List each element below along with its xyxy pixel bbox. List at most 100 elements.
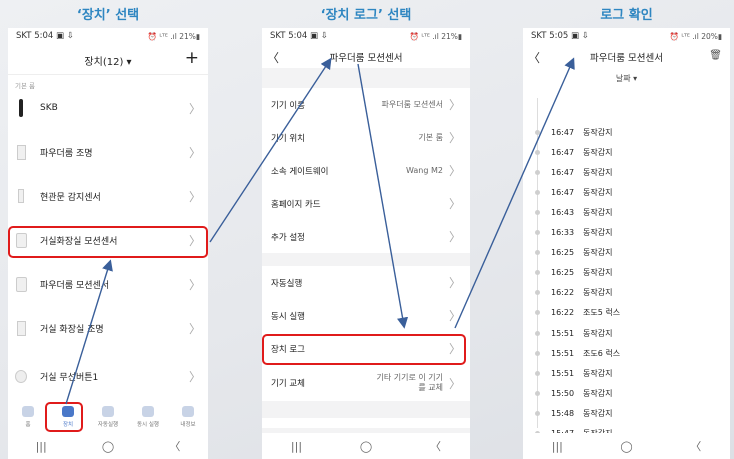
timeline-dot-icon (535, 390, 540, 396)
phone-device-log: SKT 5:05 ▣ ⇩ ⏰ ᴸᵀᴱ .ıl 20%▮ 〈 파우더룸 모션센서 … (523, 28, 730, 459)
chevron-right-icon: 〉 (188, 321, 201, 336)
log-entry: 16:22 동작감지 (523, 283, 730, 303)
setting-homepage-card[interactable]: 홈페이지 카드 〉 (262, 187, 470, 220)
chevron-right-icon: 〉 (448, 131, 461, 145)
tab-automation[interactable]: 자동실행 (91, 406, 125, 428)
log-event: 동작감지 (583, 167, 613, 177)
automation-icon (102, 406, 114, 417)
tab-label: 자동실행 (97, 422, 119, 428)
log-event: 동작감지 (583, 207, 613, 217)
setting-value: 기타 기기로 이 기기를 교체 (376, 373, 443, 392)
setting-label: 홈페이지 카드 (271, 199, 321, 210)
log-time: 15:51 (551, 348, 575, 358)
person-icon (182, 406, 194, 417)
caption-select-device-log: ‘장치 로그’ 선택 (320, 8, 412, 23)
setting-device-name[interactable]: 기기 이름 파우더룸 모션센서 〉 (262, 88, 470, 121)
status-bar: SKT 5:05 ▣ ⇩ ⏰ ᴸᵀᴱ .ıl 20%▮ (523, 28, 730, 44)
highlight-devices-tab (45, 402, 83, 432)
log-entry: 16:25 동작감지 (523, 263, 730, 283)
log-event: 동작감지 (583, 268, 613, 278)
device-item-door-sensor[interactable]: 현관문 감지센서 〉 (8, 174, 208, 218)
log-event: 동작감지 (583, 288, 613, 298)
log-event: 조도5 럭스 (583, 308, 621, 318)
log-entry: 16:22 조도5 럭스 (523, 303, 730, 323)
device-item-skb[interactable]: SKB 〉 (8, 86, 208, 130)
log-time: 15:50 (551, 388, 575, 398)
tab-scene[interactable]: 동시 실행 (131, 406, 165, 428)
log-time: 15:48 (551, 408, 575, 418)
home-button[interactable]: ◯ (102, 440, 114, 453)
log-entry: 15:51 조도6 럭스 (523, 343, 730, 363)
status-bar: SKT 5:04 ▣ ⇩ ⏰ ᴸᵀᴱ .ıl 21%▮ (8, 28, 208, 44)
remote-icon (15, 98, 27, 118)
setting-value: 파우더룸 모션센서 (381, 100, 443, 109)
setting-device-location[interactable]: 기기 위치 기본 룸 〉 (262, 121, 470, 154)
timeline-dot-icon (535, 169, 540, 175)
back-button[interactable]: 〈 (690, 438, 701, 454)
setting-additional[interactable]: 추가 설정 〉 (262, 220, 470, 253)
tab-profile[interactable]: 내정보 (171, 406, 205, 428)
device-item-bathroom-light[interactable]: 거실 화장실 조명 〉 (8, 306, 208, 350)
log-header: 〈 파우더룸 모션센서 🗑 (523, 45, 730, 69)
status-left: SKT 5:04 ▣ ⇩ (16, 31, 74, 41)
chevron-right-icon: 〉 (448, 98, 461, 112)
device-label: 거실 무선버튼1 (40, 372, 99, 383)
log-time: 16:25 (551, 248, 575, 258)
device-count-dropdown[interactable]: 장치(12) ▾ (84, 53, 131, 68)
back-arrow-icon[interactable]: 〈 (262, 49, 284, 66)
recent-apps-button[interactable]: ||| (291, 440, 302, 453)
home-button[interactable]: ◯ (360, 440, 372, 453)
log-entry: 16:33 동작감지 (523, 223, 730, 243)
setting-replace-device[interactable]: 기기 교체 기타 기기로 이 기기를 교체 〉 (262, 365, 470, 401)
status-bar: SKT 5:04 ▣ ⇩ ⏰ ᴸᵀᴱ .ıl 21%▮ (262, 28, 470, 44)
home-button[interactable]: ◯ (620, 440, 632, 453)
trash-icon[interactable]: 🗑 (709, 50, 722, 61)
caption-check-log: 로그 확인 (600, 8, 653, 23)
setting-label: 기기 위치 (271, 133, 305, 144)
tab-home[interactable]: 홈 (11, 406, 45, 428)
highlight-device-log (262, 334, 466, 365)
device-item-wireless-button[interactable]: 거실 무선버튼1 〉 (8, 354, 208, 398)
chevron-right-icon: 〉 (448, 230, 461, 244)
status-right: ⏰ ᴸᵀᴱ .ıl 21%▮ (147, 31, 200, 41)
setting-label: 동시 실행 (271, 311, 305, 322)
setting-automation[interactable]: 자동실행 〉 (262, 266, 470, 299)
motion-sensor-icon (15, 274, 27, 294)
setting-label: 추가 설정 (271, 232, 305, 243)
log-event: 동작감지 (583, 328, 613, 338)
back-button[interactable]: 〈 (169, 438, 180, 454)
recent-apps-button[interactable]: ||| (36, 440, 47, 453)
switch-icon (15, 142, 27, 162)
device-item-powder-light[interactable]: 파우더룸 조명 〉 (8, 130, 208, 174)
log-entry: 16:47 동작감지 (523, 122, 730, 142)
log-entry: 16:47 동작감지 (523, 182, 730, 202)
device-label: SKB (40, 103, 58, 113)
system-nav-bar: ||| ◯ 〈 (523, 433, 730, 459)
chevron-right-icon: 〉 (448, 309, 461, 323)
back-arrow-icon[interactable]: 〈 (523, 49, 545, 66)
log-entry: 15:51 동작감지 (523, 363, 730, 383)
device-label: 현관문 감지센서 (40, 192, 101, 203)
home-icon (22, 406, 34, 417)
timeline-dot-icon (535, 330, 540, 336)
back-button[interactable]: 〈 (430, 438, 441, 454)
log-event: 동작감지 (583, 127, 613, 137)
device-label: 파우더룸 모션센서 (40, 280, 110, 291)
log-time: 16:43 (551, 207, 575, 217)
log-time: 16:25 (551, 268, 575, 278)
caption-select-device: ‘장치’ 선택 (76, 8, 140, 23)
device-item-powder-motion[interactable]: 파우더룸 모션센서 〉 (8, 262, 208, 306)
setting-scene[interactable]: 동시 실행 〉 (262, 299, 470, 332)
highlight-bathroom-motion (8, 226, 208, 258)
log-event: 동작감지 (583, 248, 613, 258)
timeline-dot-icon (535, 370, 540, 376)
timeline-dot-icon (535, 230, 540, 235)
page-title: 파우더룸 모션센서 (590, 53, 663, 64)
setting-label: 자동실행 (271, 278, 303, 289)
date-filter-dropdown[interactable]: 날짜 ▾ (523, 73, 730, 84)
add-device-button[interactable]: + (185, 48, 199, 68)
door-sensor-icon (15, 186, 27, 206)
setting-gateway[interactable]: 소속 게이트웨이 Wang M2 〉 (262, 154, 470, 187)
recent-apps-button[interactable]: ||| (552, 440, 563, 453)
timeline-dot-icon (535, 189, 540, 195)
